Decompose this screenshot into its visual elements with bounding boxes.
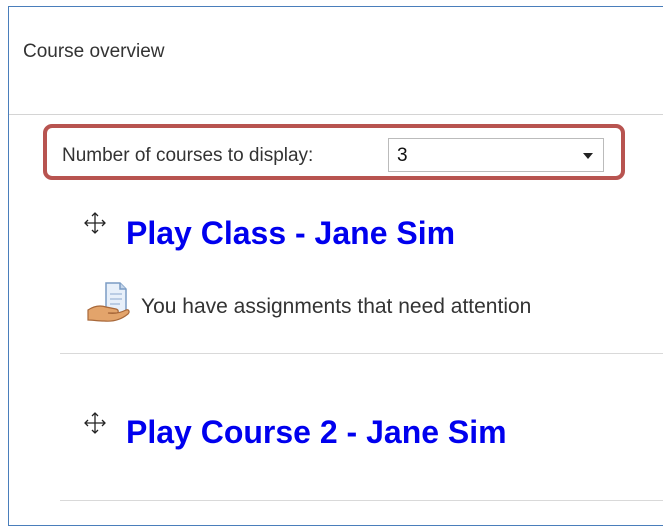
assignment-notice: You have assignments that need attention — [141, 295, 532, 318]
move-icon[interactable] — [84, 212, 106, 234]
course-link-play-course-2[interactable]: Play Course 2 - Jane Sim — [126, 414, 507, 451]
assignment-icon — [87, 282, 130, 322]
block-header: Course overview — [9, 7, 663, 115]
courses-to-display-value: 3 — [397, 145, 408, 166]
courses-to-display-select[interactable]: 3 — [388, 138, 604, 172]
course-link-play-class[interactable]: Play Class - Jane Sim — [126, 215, 455, 252]
dropdown-arrow-icon — [583, 153, 593, 159]
move-icon[interactable] — [84, 412, 106, 434]
courses-to-display-label: Number of courses to display: — [62, 145, 314, 166]
block-title: Course overview — [23, 41, 165, 62]
course-divider — [60, 353, 663, 354]
course-divider — [60, 500, 663, 501]
